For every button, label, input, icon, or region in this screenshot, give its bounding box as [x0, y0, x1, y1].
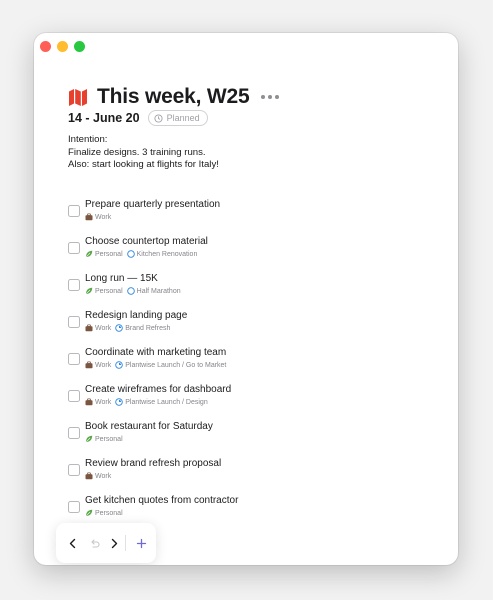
task-row[interactable]: Book restaurant for Saturday Personal — [68, 421, 448, 458]
clock-icon — [154, 113, 163, 123]
page-title: This week, W25 — [97, 85, 250, 108]
intention-line: Also: start looking at flights for Italy… — [68, 159, 219, 170]
task-row[interactable]: Coordinate with marketing team Work Plantw… — [68, 347, 448, 384]
task-meta: Work — [85, 213, 111, 221]
page-header: This week, W25 — [68, 85, 280, 109]
task-list: Prepare quarterly presentation Work Choose… — [68, 199, 448, 532]
task-project: Brand Refresh — [125, 324, 171, 332]
task-checkbox[interactable] — [68, 501, 80, 513]
task-area: Personal — [95, 250, 123, 258]
status-badge[interactable]: Planned — [147, 110, 208, 126]
project-progress-icon — [115, 361, 123, 369]
add-task-button[interactable] — [134, 523, 148, 563]
forward-button[interactable] — [107, 523, 121, 563]
task-checkbox[interactable] — [68, 279, 80, 291]
leaf-icon — [85, 287, 93, 295]
task-area: Personal — [95, 287, 123, 295]
task-area: Work — [95, 213, 112, 221]
zoom-window-button[interactable] — [74, 41, 85, 52]
leaf-icon — [85, 435, 93, 443]
task-area: Work — [95, 324, 112, 332]
briefcase-icon — [85, 472, 93, 480]
leaf-icon — [85, 509, 93, 517]
task-meta: Work Plantwise Launch / Go to Market — [85, 361, 226, 369]
task-row[interactable]: Redesign landing page Work Brand Refresh — [68, 310, 448, 347]
intention-line: Intention: — [68, 134, 108, 145]
briefcase-icon — [85, 361, 93, 369]
task-meta: Work Brand Refresh — [85, 324, 170, 332]
task-title: Redesign landing page — [85, 310, 188, 321]
date-row: 14 - June 20 Planned — [68, 110, 208, 126]
task-meta: Personal Half Marathon — [85, 287, 181, 295]
task-title: Book restaurant for Saturday — [85, 421, 213, 432]
task-checkbox[interactable] — [68, 427, 80, 439]
task-meta: Work — [85, 472, 111, 480]
task-checkbox[interactable] — [68, 316, 80, 328]
task-title: Review brand refresh proposal — [85, 458, 222, 469]
toolbar-divider — [125, 535, 126, 551]
project-progress-icon — [126, 287, 135, 295]
task-area: Work — [95, 398, 112, 406]
map-icon — [69, 89, 87, 106]
task-meta: Personal — [85, 509, 123, 517]
intention-note[interactable]: Intention: Finalize designs. 3 training … — [68, 134, 219, 172]
task-meta: Personal — [85, 435, 123, 443]
task-area: Work — [95, 472, 112, 480]
task-project: Plantwise Launch / Design — [125, 398, 208, 406]
bottom-toolbar — [56, 523, 156, 563]
project-progress-icon — [115, 324, 123, 332]
task-meta: Work Plantwise Launch / Design — [85, 398, 208, 406]
task-project: Plantwise Launch / Go to Market — [125, 361, 227, 369]
intention-line: Finalize designs. 3 training runs. — [68, 146, 206, 158]
task-checkbox[interactable] — [68, 242, 80, 254]
task-row[interactable]: Review brand refresh proposal Work — [68, 458, 448, 495]
task-row[interactable]: Prepare quarterly presentation Work — [68, 199, 448, 236]
project-progress-icon — [126, 250, 135, 258]
plus-icon — [136, 538, 146, 548]
chevron-left-icon — [69, 538, 75, 548]
redo-icon — [90, 538, 100, 548]
briefcase-icon — [85, 213, 93, 221]
window-controls — [40, 41, 85, 52]
app-window: This week, W25 14 - June 20 Planned Inte… — [34, 33, 458, 565]
project-progress-icon — [115, 398, 123, 406]
task-meta: Personal Kitchen Renovation — [85, 250, 197, 258]
leaf-icon — [85, 250, 93, 258]
briefcase-icon — [85, 324, 93, 332]
ellipsis-icon[interactable] — [261, 94, 280, 100]
task-title: Get kitchen quotes from contractor — [85, 495, 239, 506]
task-row[interactable]: Create wireframes for dashboard Work Plant… — [68, 384, 448, 421]
task-title: Create wireframes for dashboard — [85, 384, 232, 395]
task-project: Half Marathon — [136, 287, 181, 295]
task-area: Personal — [95, 435, 123, 443]
back-button[interactable] — [65, 523, 79, 563]
task-area: Work — [95, 361, 112, 369]
close-window-button[interactable] — [40, 41, 51, 52]
task-checkbox[interactable] — [68, 464, 80, 476]
task-title: Coordinate with marketing team — [85, 347, 227, 358]
task-project: Kitchen Renovation — [136, 250, 198, 258]
redo-button[interactable] — [87, 523, 101, 563]
task-title: Long run — 15K — [85, 273, 158, 284]
task-checkbox[interactable] — [68, 353, 80, 365]
task-checkbox[interactable] — [68, 390, 80, 402]
task-row[interactable]: Long run — 15K Personal Half Marathon — [68, 273, 448, 310]
task-title: Choose countertop material — [85, 236, 208, 247]
chevron-right-icon — [111, 538, 117, 548]
task-title: Prepare quarterly presentation — [85, 199, 221, 210]
date-range: 14 - June 20 — [68, 111, 140, 125]
task-row[interactable]: Choose countertop material Personal Kitche… — [68, 236, 448, 273]
task-area: Personal — [95, 509, 123, 517]
task-checkbox[interactable] — [68, 205, 80, 217]
status-badge-label: Planned — [166, 113, 200, 123]
briefcase-icon — [85, 398, 93, 406]
minimize-window-button[interactable] — [57, 41, 68, 52]
